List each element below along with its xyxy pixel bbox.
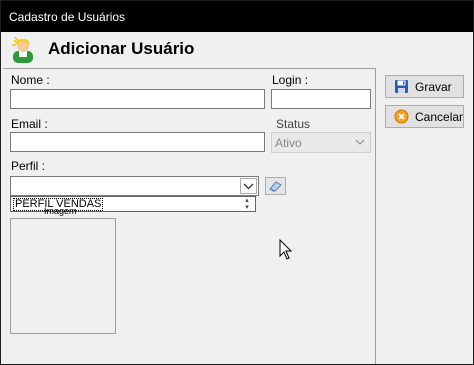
email-label: Email : [11,117,48,131]
gravar-button[interactable]: Gravar [385,75,464,98]
cancelar-button-label: Cancelar [415,110,464,124]
gravar-button-label: Gravar [415,80,452,94]
user-icon [12,36,33,63]
nome-label: Nome : [11,73,50,87]
user-registration-window: Cadastro de Usuários Adicionar Usuário N… [0,0,474,365]
status-selected-value: Ativo [275,136,302,150]
list-scroll-arrows[interactable]: ▴ ▾ [241,197,253,211]
window-titlebar[interactable]: Cadastro de Usuários [1,1,473,32]
form-header: Adicionar Usuário [1,32,473,66]
clear-perfil-button[interactable] [265,177,286,195]
chevron-down-icon [243,183,254,190]
cancelar-button[interactable]: Cancelar [385,105,464,128]
cancel-icon [394,109,409,124]
perfil-label: Perfil : [11,159,46,173]
mouse-cursor-icon [279,239,293,260]
user-image-box[interactable] [10,218,116,334]
eraser-icon [269,181,282,192]
window-title: Cadastro de Usuários [9,10,126,24]
status-select[interactable]: Ativo [271,132,371,153]
email-input[interactable] [10,132,265,152]
login-label: Login : [272,73,309,87]
floppy-disk-icon [395,80,408,93]
nome-input[interactable] [10,89,265,109]
page-title: Adicionar Usuário [48,39,195,58]
perfil-dropdown-button[interactable] [240,178,257,194]
chevron-down-icon [355,139,365,145]
status-label: Status [276,117,311,131]
login-input[interactable] [271,89,371,109]
image-label: Imagem [44,206,77,216]
perfil-combobox[interactable] [10,176,259,196]
